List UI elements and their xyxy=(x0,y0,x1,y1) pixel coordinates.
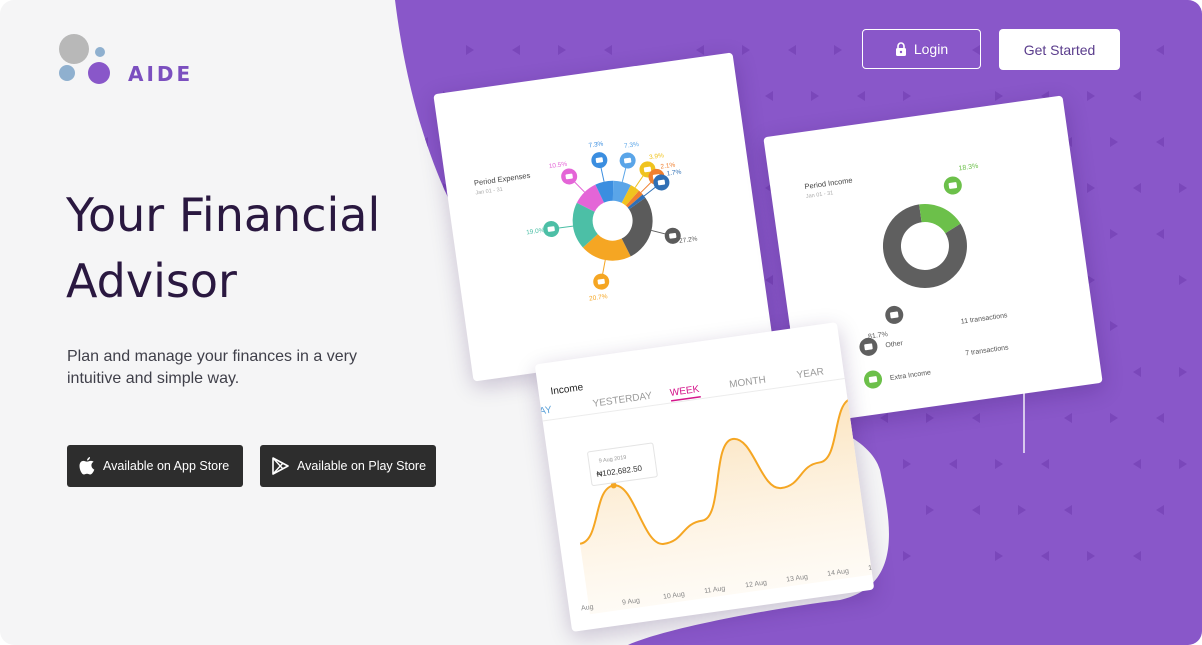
legend-transactions-extra-income: 7 transactions xyxy=(965,344,1010,357)
pattern-triangle xyxy=(443,459,451,469)
apple-icon xyxy=(79,457,95,475)
brand-logo[interactable]: AIDE xyxy=(56,32,216,92)
pattern-triangle xyxy=(443,367,451,377)
landing-page: AIDE Login Get Started Your Financial Ad… xyxy=(0,0,1202,645)
get-started-label: Get Started xyxy=(1023,41,1096,58)
income-trend-card: Income AY YESTERDAY WEEK MONTH YEAR 9 Aug 20… xyxy=(534,322,875,632)
hero-subtitle: Plan and manage your finances in a very … xyxy=(67,348,357,387)
tooltip-box xyxy=(587,442,658,486)
income-card-period: Jan 01 - 31 xyxy=(806,190,834,200)
category-glyph xyxy=(547,226,555,232)
pattern-triangle xyxy=(512,505,520,515)
category-glyph xyxy=(669,232,677,239)
app-store-button[interactable]: Available on App Store xyxy=(67,445,243,487)
tab-month[interactable]: MONTH xyxy=(729,375,767,391)
logo-circle-large xyxy=(59,34,89,64)
category-glyph xyxy=(643,166,652,173)
pattern-triangle xyxy=(489,459,497,469)
get-started-button[interactable]: Get Started xyxy=(999,29,1120,70)
slice-percent-label: 7.3% xyxy=(588,140,604,149)
category-glyph xyxy=(657,179,666,186)
expenses-card: Period Expenses Jan 01 - 31 27.2% 20.7% 19… xyxy=(433,52,773,382)
slice-percent-label: 3.9% xyxy=(649,152,665,161)
expenses-card-title: Period Expenses xyxy=(473,171,531,188)
slice-percent-label: 19.0% xyxy=(526,227,545,237)
income-legend: Other 11 transactions Extra Income 7 tra… xyxy=(859,312,1010,389)
pattern-triangle xyxy=(420,413,428,423)
slice-percent-label: 7.3% xyxy=(624,141,640,150)
play-store-icon xyxy=(272,457,289,475)
wallet-icon xyxy=(864,343,873,351)
tab-week[interactable]: WEEK xyxy=(669,384,700,399)
slice-percent-label: 10.5% xyxy=(548,161,567,171)
category-glyph xyxy=(595,157,604,163)
login-button[interactable]: Login xyxy=(862,29,981,69)
expenses-card-period: Jan 01 - 31 xyxy=(475,187,503,197)
hero-title: Your Financial Advisor xyxy=(66,182,466,314)
trend-card-title: Income xyxy=(550,382,584,398)
pattern-triangle xyxy=(420,137,428,147)
slice-percent-label: 27.2% xyxy=(679,235,698,245)
income-card-title: Period Income xyxy=(804,175,853,191)
tab-year[interactable]: YEAR xyxy=(796,366,825,381)
pattern-triangle xyxy=(443,551,451,561)
hero-title-line1: Your Financial xyxy=(66,188,381,242)
pattern-triangle xyxy=(466,505,474,515)
category-glyph xyxy=(623,157,632,164)
expenses-donut-chart: Period Expenses Jan 01 - 31 27.2% 20.7% 19… xyxy=(473,140,698,303)
pattern-triangle xyxy=(535,551,543,561)
lock-icon xyxy=(895,41,906,56)
app-store-label: Available on App Store xyxy=(103,459,230,473)
legend-label-other: Other xyxy=(885,340,904,349)
pattern-triangle xyxy=(512,413,520,423)
income-percent-label: 18.3% xyxy=(958,163,979,173)
logo-circle-small xyxy=(95,47,105,57)
logo-circle-purple xyxy=(88,62,110,84)
play-store-button[interactable]: Available on Play Store xyxy=(260,445,436,487)
pattern-triangle xyxy=(535,459,543,469)
brand-name: AIDE xyxy=(128,62,194,86)
value-tooltip: 9 Aug 2019 ₦102,682.50 xyxy=(587,442,658,486)
legend-label-extra-income: Extra Income xyxy=(890,369,932,382)
cash-icon xyxy=(868,376,878,383)
slice-percent-label: 1.7% xyxy=(666,169,682,178)
play-store-label: Available on Play Store xyxy=(297,459,427,473)
legend-transactions-other: 11 transactions xyxy=(960,312,1008,326)
category-glyph xyxy=(565,173,573,180)
decor-line xyxy=(1023,375,1025,453)
slice-percent-label: 20.7% xyxy=(589,293,608,303)
income-area-fill xyxy=(580,398,875,615)
category-glyph xyxy=(597,278,605,285)
hero-title-line2: Advisor xyxy=(66,254,237,308)
pattern-triangle xyxy=(420,321,428,331)
pattern-triangle xyxy=(466,413,474,423)
income-area-chart: Income AYYESTERDAY WEEKMONTHYEAR 9 Aug 20… xyxy=(539,366,875,615)
logo-circle-blue xyxy=(59,65,75,81)
income-category-glyph xyxy=(890,311,899,319)
income-category-glyph xyxy=(948,182,958,189)
login-label: Login xyxy=(913,41,949,57)
